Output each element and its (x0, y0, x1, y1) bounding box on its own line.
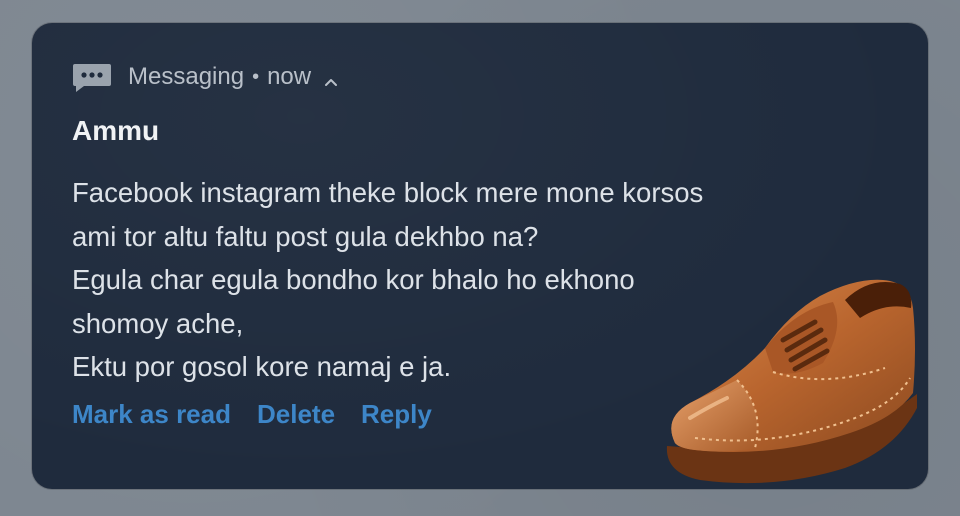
header-separator: • (252, 65, 260, 88)
message-bubble-icon (72, 62, 112, 92)
app-name: Messaging (128, 63, 245, 90)
delete-button[interactable]: Delete (257, 399, 335, 430)
notification-header: Messaging • now (72, 61, 339, 93)
message-line: Facebook instagram theke block mere mone… (72, 177, 704, 208)
notification-actions: Mark as read Delete Reply (72, 399, 432, 430)
notification-time: now (267, 63, 312, 90)
chevron-up-icon[interactable] (323, 69, 339, 86)
message-line: ami tor altu faltu post gula dekhbo na? (72, 220, 539, 252)
sender-name: Ammu (72, 115, 160, 146)
shoe-emoji (666, 279, 917, 484)
reply-button[interactable]: Reply (361, 399, 432, 430)
mark-as-read-button[interactable]: Mark as read (72, 399, 231, 430)
